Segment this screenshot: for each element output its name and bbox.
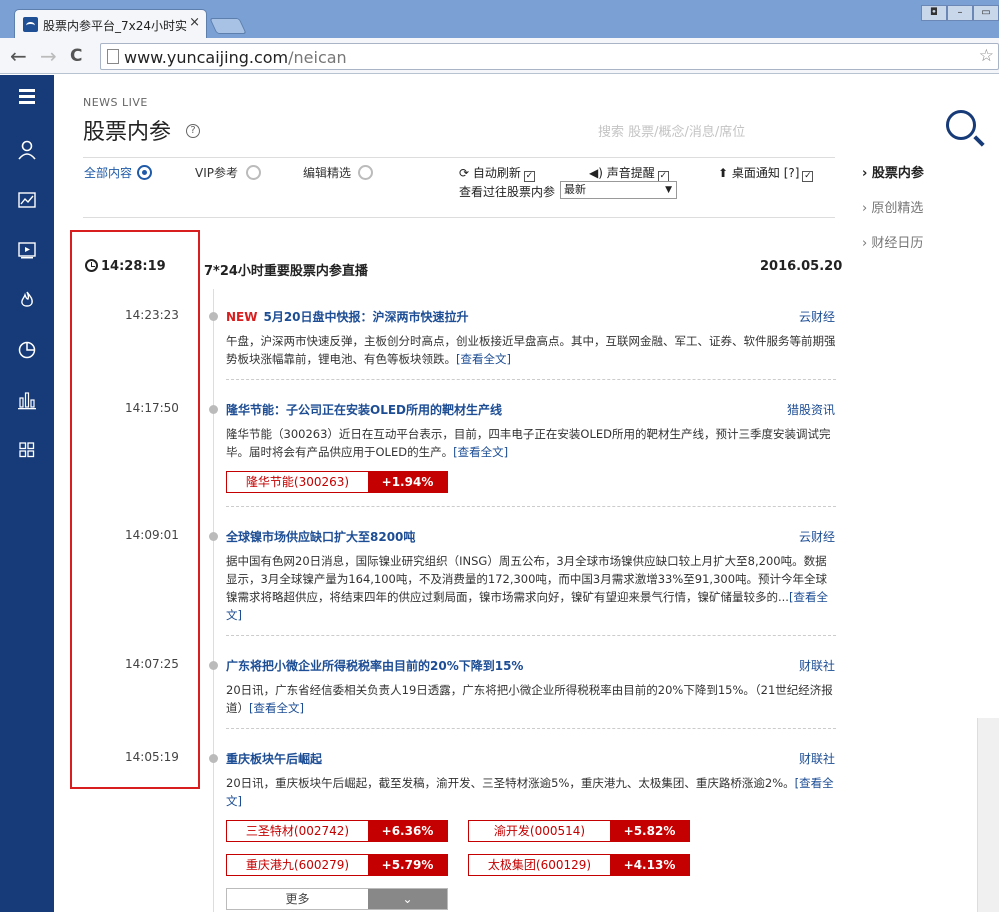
browser-toolbar: ← → C www.yuncaijing.com/neican ☆ [0,38,999,74]
news-headline[interactable]: 重庆板块午后崛起 [226,750,322,767]
maximize-button[interactable]: ▭ [973,5,999,21]
news-headline[interactable]: 隆华节能：子公司正在安装OLED所用的靶材生产线 [226,401,502,418]
item-divider [226,728,836,729]
stock-tag[interactable]: 重庆港九(600279) +5.79% [226,854,448,876]
right-nav-calendar[interactable]: › 财经日历 [862,232,923,251]
news-body: 20日讯，广东省经信委相关负责人19日透露，广东将把小微企业所得税税率由目前的2… [226,683,833,715]
minimize-button[interactable]: – [947,5,973,21]
page-icon [107,49,119,64]
url-text: www.yuncaijing.com/neican [124,48,347,67]
live-title: 7*24小时重要股票内参直播 [204,264,368,279]
past-issues-label: 查看过往股票内参 [459,185,556,199]
flame-icon[interactable] [17,290,37,310]
timeline-line [213,289,214,912]
timeline-dot [209,754,218,763]
news-body: 据中国有色网20日消息，国际镍业研究组织（INSG）周五公布，3月全球市场镍供应… [226,554,828,622]
divider [83,217,835,218]
more-button[interactable]: 更多 ⌄ [226,888,448,910]
stock-tag[interactable]: 隆华节能(300263) +1.94% [226,471,448,493]
item-divider [226,379,836,380]
grid-icon[interactable] [17,440,37,460]
reload-button[interactable]: C [70,46,82,66]
search-icon[interactable] [946,110,976,140]
news-source[interactable]: 财联社 [799,750,835,767]
stock-tag[interactable]: 太极集团(600129) +4.13% [468,854,690,876]
stock-tag[interactable]: 渝开发(000514) +5.82% [468,820,690,842]
close-tab-icon[interactable]: × [189,15,200,30]
chart-icon[interactable] [17,190,37,210]
bar-chart-icon[interactable] [17,390,37,410]
news-headline[interactable]: 全球镍市场供应缺口扩大至8200吨 [226,528,415,545]
timeline-dot [209,661,218,670]
user-icon[interactable] [17,140,37,160]
bookmark-star-icon[interactable]: ☆ [979,46,994,66]
news-headline[interactable]: 广东将把小微企业所得税税率由目前的20%下降到15% [226,657,523,674]
filter-all-label[interactable]: 全部内容 [84,164,132,181]
window-controls: ◘ – ▭ [921,0,999,21]
live-date: 2016.05.20 [760,259,843,274]
news-body: 隆华节能（300263）近日在互动平台表示，目前，四丰电子正在安装OLED所用的… [226,427,831,459]
right-nav-stock-neican[interactable]: › 股票内参 [862,162,924,181]
news-source[interactable]: 猎股资讯 [787,401,835,418]
read-more-link[interactable]: [查看全文] [453,445,508,459]
filter-editor-radio[interactable] [358,165,373,180]
item-divider [226,506,836,507]
tab-title: 股票内参平台_7x24小时实 [43,19,188,33]
news-source[interactable]: 财联社 [799,657,835,674]
chevron-down-icon: ⌄ [368,889,447,909]
time-column-highlight [70,230,200,789]
desktop-notify-option[interactable]: ⬆ 桌面通知 [?] ✓ [718,164,814,182]
past-issues-select[interactable]: 最新 ▼ [560,181,677,199]
timeline-dot [209,312,218,321]
browser-tab[interactable]: 股票内参平台_7x24小时实 × [14,9,207,38]
browser-titlebar: 股票内参平台_7x24小时实 × ◘ – ▭ [0,0,999,38]
sound-option[interactable]: ◀) 声音提醒 ✓ [589,164,669,182]
news-body: 20日讯，重庆板块午后崛起，截至发稿，渝开发、三圣特材涨逾5%，重庆港九、太极集… [226,776,834,808]
forward-button[interactable]: → [40,44,57,68]
filter-vip-radio[interactable] [246,165,261,180]
address-bar[interactable]: www.yuncaijing.com/neican ☆ [100,43,999,70]
floating-side-toolbar[interactable] [977,718,999,912]
help-icon[interactable]: ? [186,124,200,138]
site-favicon-icon [23,17,38,32]
timeline-dot [209,405,218,414]
search-input[interactable]: 搜索 股票/概念/消息/席位 [598,121,745,140]
news-headline[interactable]: NEW 5月20日盘中快报：沪深两市快速拉升 [226,308,469,325]
auto-refresh-checkbox[interactable]: ✓ [523,171,535,182]
chevron-down-icon: ▼ [665,185,672,195]
pie-chart-icon[interactable] [17,340,37,360]
filter-vip-label[interactable]: VIP参考 [195,164,238,181]
new-tab-button[interactable] [209,18,247,34]
back-button[interactable]: ← [10,44,27,68]
read-more-link[interactable]: [查看全文] [249,701,304,715]
news-live-kicker: NEWS LIVE [83,96,148,109]
right-nav-original[interactable]: › 原创精选 [862,197,923,216]
left-sidebar [0,75,54,912]
user-profile-icon[interactable]: ◘ [921,5,947,21]
stock-tag[interactable]: 三圣特材(002742) +6.36% [226,820,448,842]
filter-all-radio[interactable] [137,165,152,180]
item-divider [226,635,836,636]
desktop-notify-checkbox[interactable]: ✓ [802,171,814,182]
timeline-dot [209,532,218,541]
news-source[interactable]: 云财经 [799,308,835,325]
auto-refresh-option[interactable]: ⟳ 自动刷新 ✓ [459,164,535,182]
divider [83,157,835,158]
video-icon[interactable] [17,240,37,260]
news-source[interactable]: 云财经 [799,528,835,545]
page-title: 股票内参 [83,120,172,145]
menu-icon[interactable] [17,88,37,108]
news-body: 午盘，沪深两市快速反弹，主板创分时高点，创业板接近早盘高点。其中，互联网金融、军… [226,334,836,366]
new-badge: NEW [226,310,258,324]
read-more-link[interactable]: [查看全文] [456,352,511,366]
filter-editor-label[interactable]: 编辑精选 [303,164,351,181]
